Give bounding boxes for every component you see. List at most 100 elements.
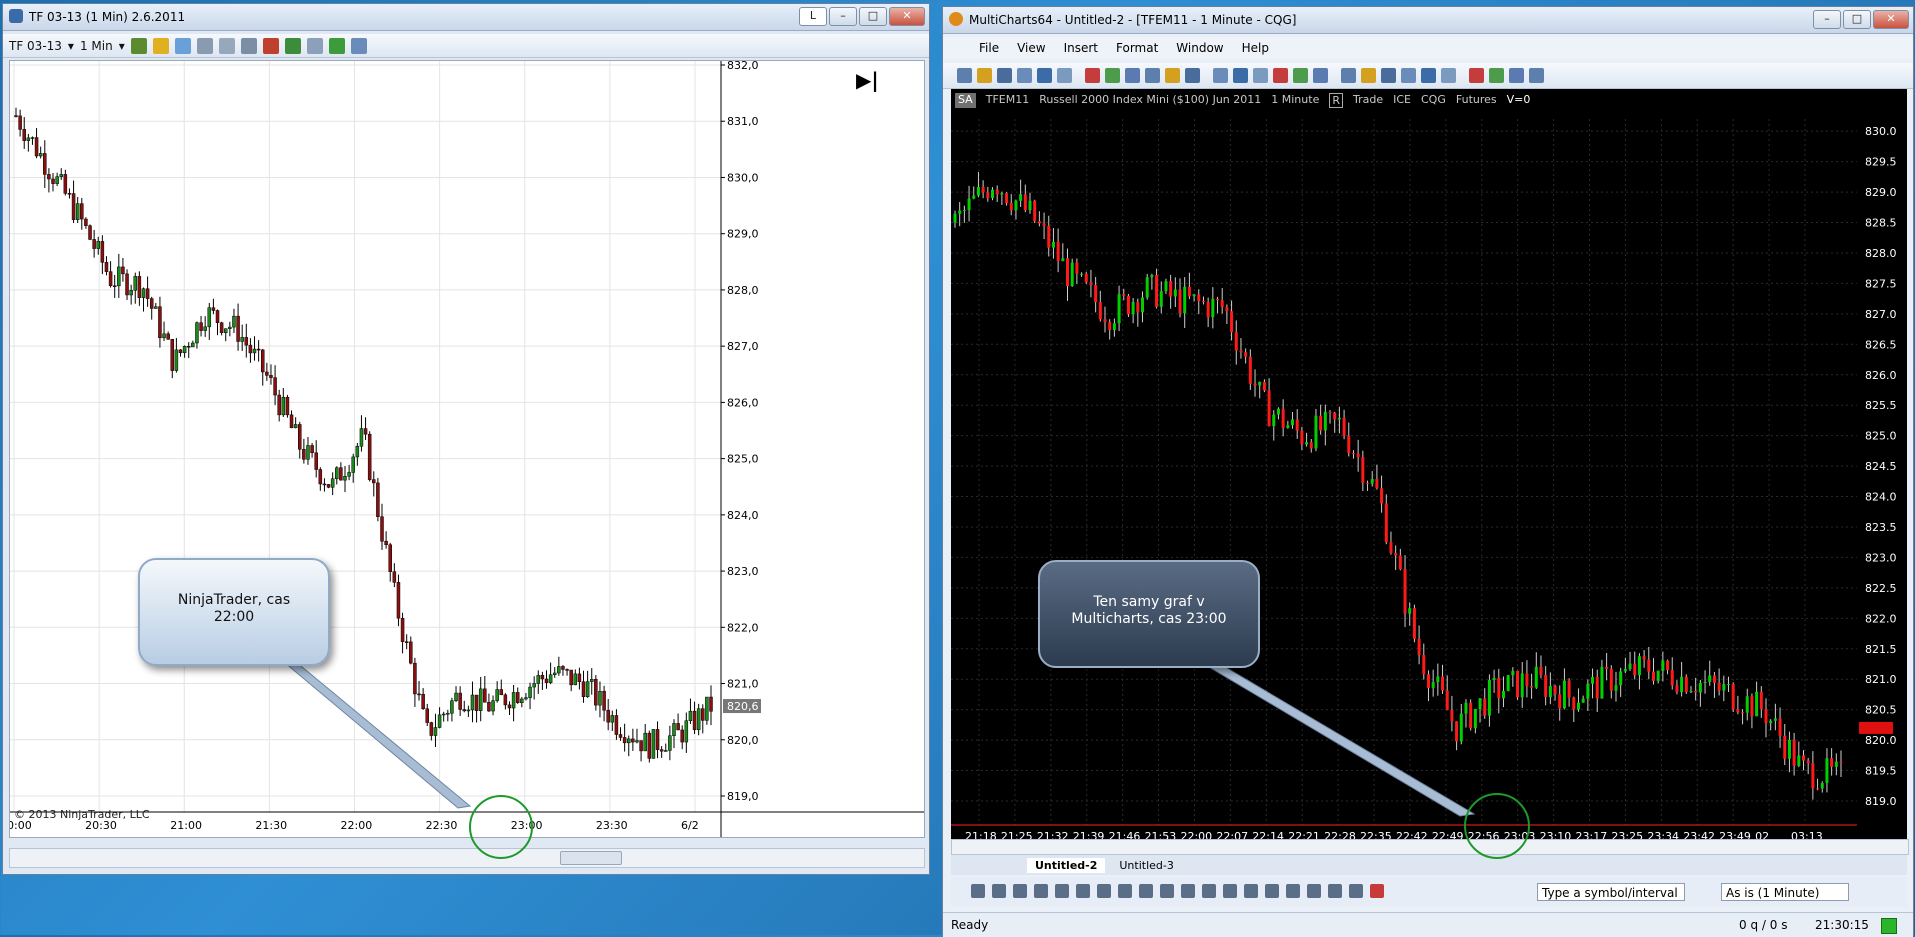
go-to-end-icon[interactable]: ▶| (856, 68, 879, 92)
zoom-icon[interactable] (240, 37, 257, 54)
open-icon[interactable] (977, 68, 992, 83)
vline-tool-icon[interactable] (1013, 884, 1027, 898)
menu-insert[interactable]: Insert (1064, 41, 1098, 55)
line-tool-icon[interactable] (971, 884, 985, 898)
format-icon[interactable] (1105, 68, 1120, 83)
mc-titlebar[interactable]: MultiCharts64 - Untitled-2 - [TFEM11 - 1… (943, 7, 1913, 34)
instrument-selector[interactable]: TF 03-13 (9, 39, 62, 53)
ninja-chart-panel[interactable]: 832,0 831,0 830,0 829,0 828,0 827,0 826,0 825,0… (0, 59, 925, 838)
magnet-icon[interactable] (1370, 884, 1384, 898)
mc-candle-down (1642, 656, 1646, 660)
indicator-icon[interactable] (174, 37, 191, 54)
data-box-icon[interactable] (284, 37, 301, 54)
ninja-scrollbar[interactable] (9, 848, 925, 868)
cursor-icon[interactable] (1361, 68, 1376, 83)
indicator-icon[interactable] (1125, 68, 1140, 83)
ellipse-tool-icon[interactable] (1286, 884, 1300, 898)
bar-type-icon[interactable] (130, 37, 147, 54)
mc-candle-down (1122, 294, 1126, 296)
chart-trader-icon[interactable] (262, 37, 279, 54)
ninja-candle-down (692, 710, 697, 731)
mc-candle-up (1276, 408, 1280, 415)
channel-tool-icon[interactable] (1034, 884, 1048, 898)
tab-untitled-3[interactable]: Untitled-3 (1111, 858, 1181, 873)
cycle-tool-icon[interactable] (1181, 884, 1195, 898)
range-badge[interactable]: R (1329, 93, 1343, 108)
pen-tool-icon[interactable] (1223, 884, 1237, 898)
rewind-icon[interactable] (1529, 68, 1544, 83)
check-icon[interactable] (1253, 68, 1268, 83)
trend-icon[interactable] (1273, 68, 1288, 83)
strategy-icon[interactable] (196, 37, 213, 54)
properties-icon[interactable] (306, 37, 323, 54)
brush-tool-icon[interactable] (1202, 884, 1216, 898)
mc-price-chart[interactable]: 830.0 829.5 829.0 828.5 828.0 827.5 827.0 826.5… (951, 89, 1907, 849)
sa-badge[interactable]: SA (955, 93, 976, 108)
mc-chart-panel[interactable]: 830.0 829.5 829.0 828.5 828.0 827.5 827.0 826.5… (951, 89, 1907, 849)
pencil-icon[interactable] (152, 37, 169, 54)
menu-view[interactable]: View (1017, 41, 1045, 55)
scroll-icon[interactable] (1441, 68, 1456, 83)
mc-candle-down (1731, 683, 1735, 710)
workspace-icon[interactable] (1085, 68, 1100, 83)
menu-file[interactable]: File (979, 41, 999, 55)
minimize-icon[interactable]: – (1813, 10, 1841, 29)
menu-format[interactable]: Format (1116, 41, 1158, 55)
text-tool-icon[interactable] (1244, 884, 1258, 898)
ninja-scroll-thumb[interactable] (560, 851, 622, 865)
data-window-icon[interactable] (1489, 68, 1504, 83)
arrow-icon[interactable] (1341, 68, 1356, 83)
gann-tool-icon[interactable] (1076, 884, 1090, 898)
save-icon[interactable] (997, 68, 1012, 83)
print-icon[interactable] (1017, 68, 1032, 83)
mc-price-tick: 820.0 (1865, 734, 1897, 747)
close-icon[interactable]: ✕ (889, 7, 925, 26)
angle-tool-icon[interactable] (1118, 884, 1132, 898)
paste-icon[interactable] (1057, 68, 1072, 83)
play-icon[interactable] (1509, 68, 1524, 83)
maximize-icon[interactable]: □ (859, 7, 887, 26)
zoom-in-icon[interactable] (1401, 68, 1416, 83)
close-icon[interactable]: ✕ (1873, 10, 1909, 29)
tab-untitled-2[interactable]: Untitled-2 (1027, 857, 1106, 873)
copy-icon[interactable] (1037, 68, 1052, 83)
strategy-icon[interactable] (1145, 68, 1160, 83)
zigzag-icon[interactable] (1293, 68, 1308, 83)
menu-help[interactable]: Help (1242, 41, 1269, 55)
mc-candle-down (1539, 666, 1543, 675)
layout-icon[interactable] (350, 37, 367, 54)
hline-tool-icon[interactable] (992, 884, 1006, 898)
signal-icon[interactable] (1165, 68, 1180, 83)
ninja-titlebar[interactable]: TF 03-13 (1 Min) 2.6.2011 L – □ ✕ (3, 4, 929, 31)
andrews-tool-icon[interactable] (1160, 884, 1174, 898)
line-icon[interactable] (1233, 68, 1248, 83)
menu-window[interactable]: Window (1176, 41, 1223, 55)
interval-selector[interactable]: 1 Min (80, 39, 113, 53)
interval-select[interactable]: As is (1 Minute) (1721, 883, 1849, 901)
rect-tool-icon[interactable] (1265, 884, 1279, 898)
new-chart-icon[interactable] (957, 68, 972, 83)
bar-style-icon[interactable] (1185, 68, 1200, 83)
grid-tool-icon[interactable] (1097, 884, 1111, 898)
crosshair-icon[interactable] (1381, 68, 1396, 83)
ninja-candle-up (585, 681, 590, 697)
cursor-icon[interactable] (218, 37, 235, 54)
down-arrow-tool-icon[interactable] (1328, 884, 1342, 898)
fib-tool-icon[interactable] (1055, 884, 1069, 898)
minimize-icon[interactable]: – (829, 7, 857, 26)
link-icon[interactable] (1469, 68, 1484, 83)
pitchfork-tool-icon[interactable] (1139, 884, 1153, 898)
ninja-price-chart[interactable]: 832,0 831,0 830,0 829,0 828,0 827,0 826,0 825,0… (0, 59, 924, 837)
symbol-interval-input[interactable]: Type a symbol/interval (1537, 883, 1685, 901)
arc-tool-icon[interactable] (1307, 884, 1321, 898)
mc-scrollbar[interactable] (951, 839, 1909, 855)
dollar-icon[interactable] (328, 37, 345, 54)
candle-icon[interactable] (1213, 68, 1228, 83)
up-arrow-tool-icon[interactable] (1349, 884, 1363, 898)
chevron-down-icon[interactable]: ▾ (119, 39, 125, 53)
fib-icon[interactable] (1313, 68, 1328, 83)
chevron-down-icon[interactable]: ▾ (68, 39, 74, 53)
maximize-icon[interactable]: □ (1843, 10, 1871, 29)
ninja-link-button[interactable]: L (799, 7, 827, 26)
zoom-out-icon[interactable] (1421, 68, 1436, 83)
